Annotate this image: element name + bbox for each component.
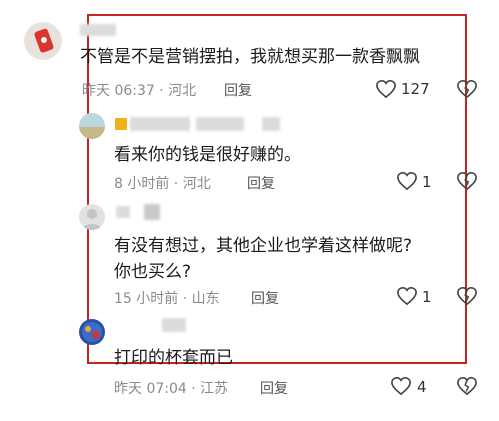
avatar[interactable] bbox=[79, 319, 105, 345]
heart-icon[interactable] bbox=[390, 376, 412, 396]
comment-meta: 15 小时前 · 山东 bbox=[114, 291, 220, 307]
heart-icon[interactable] bbox=[396, 286, 418, 306]
heart-icon[interactable] bbox=[396, 171, 418, 191]
like-count: 1 bbox=[422, 288, 432, 306]
comment-text: 看来你的钱是很好赚的。 bbox=[114, 145, 301, 165]
reply-button[interactable]: 回复 bbox=[224, 80, 252, 100]
comment-meta: 昨天 07:04 · 江苏 bbox=[114, 381, 229, 397]
username-blur bbox=[116, 206, 130, 218]
broken-heart-icon[interactable] bbox=[456, 171, 478, 191]
broken-heart-icon[interactable] bbox=[456, 79, 478, 99]
broken-heart-icon[interactable] bbox=[456, 286, 478, 306]
username-blur bbox=[196, 117, 244, 131]
like-count: 4 bbox=[417, 378, 427, 396]
username-blur bbox=[262, 117, 280, 131]
like-count: 127 bbox=[401, 80, 430, 98]
reply-button[interactable]: 回复 bbox=[247, 173, 275, 193]
comment-text: 不管是不是营销摆拍，我就想买那一款香飘飘 bbox=[80, 47, 420, 67]
reply-button[interactable]: 回复 bbox=[251, 288, 279, 308]
avatar[interactable] bbox=[79, 113, 105, 139]
username-blur bbox=[144, 204, 160, 220]
username-blur bbox=[130, 117, 190, 131]
broken-heart-icon[interactable] bbox=[456, 376, 478, 396]
avatar[interactable] bbox=[24, 22, 62, 60]
username-blur bbox=[80, 24, 116, 36]
username-blur bbox=[162, 318, 186, 332]
comment-text: 打印的杯套而已 bbox=[114, 348, 233, 368]
username-badge bbox=[115, 118, 127, 130]
comment-text: 你也买么? bbox=[114, 262, 192, 282]
reply-button[interactable]: 回复 bbox=[260, 378, 288, 398]
comment-meta: 8 小时前 · 河北 bbox=[114, 176, 211, 192]
comment-meta: 昨天 06:37 · 河北 bbox=[82, 83, 197, 99]
heart-icon[interactable] bbox=[375, 79, 397, 99]
comment-text: 有没有想过，其他企业也学着这样做呢? bbox=[114, 236, 413, 256]
avatar[interactable] bbox=[79, 204, 105, 230]
like-count: 1 bbox=[422, 173, 432, 191]
